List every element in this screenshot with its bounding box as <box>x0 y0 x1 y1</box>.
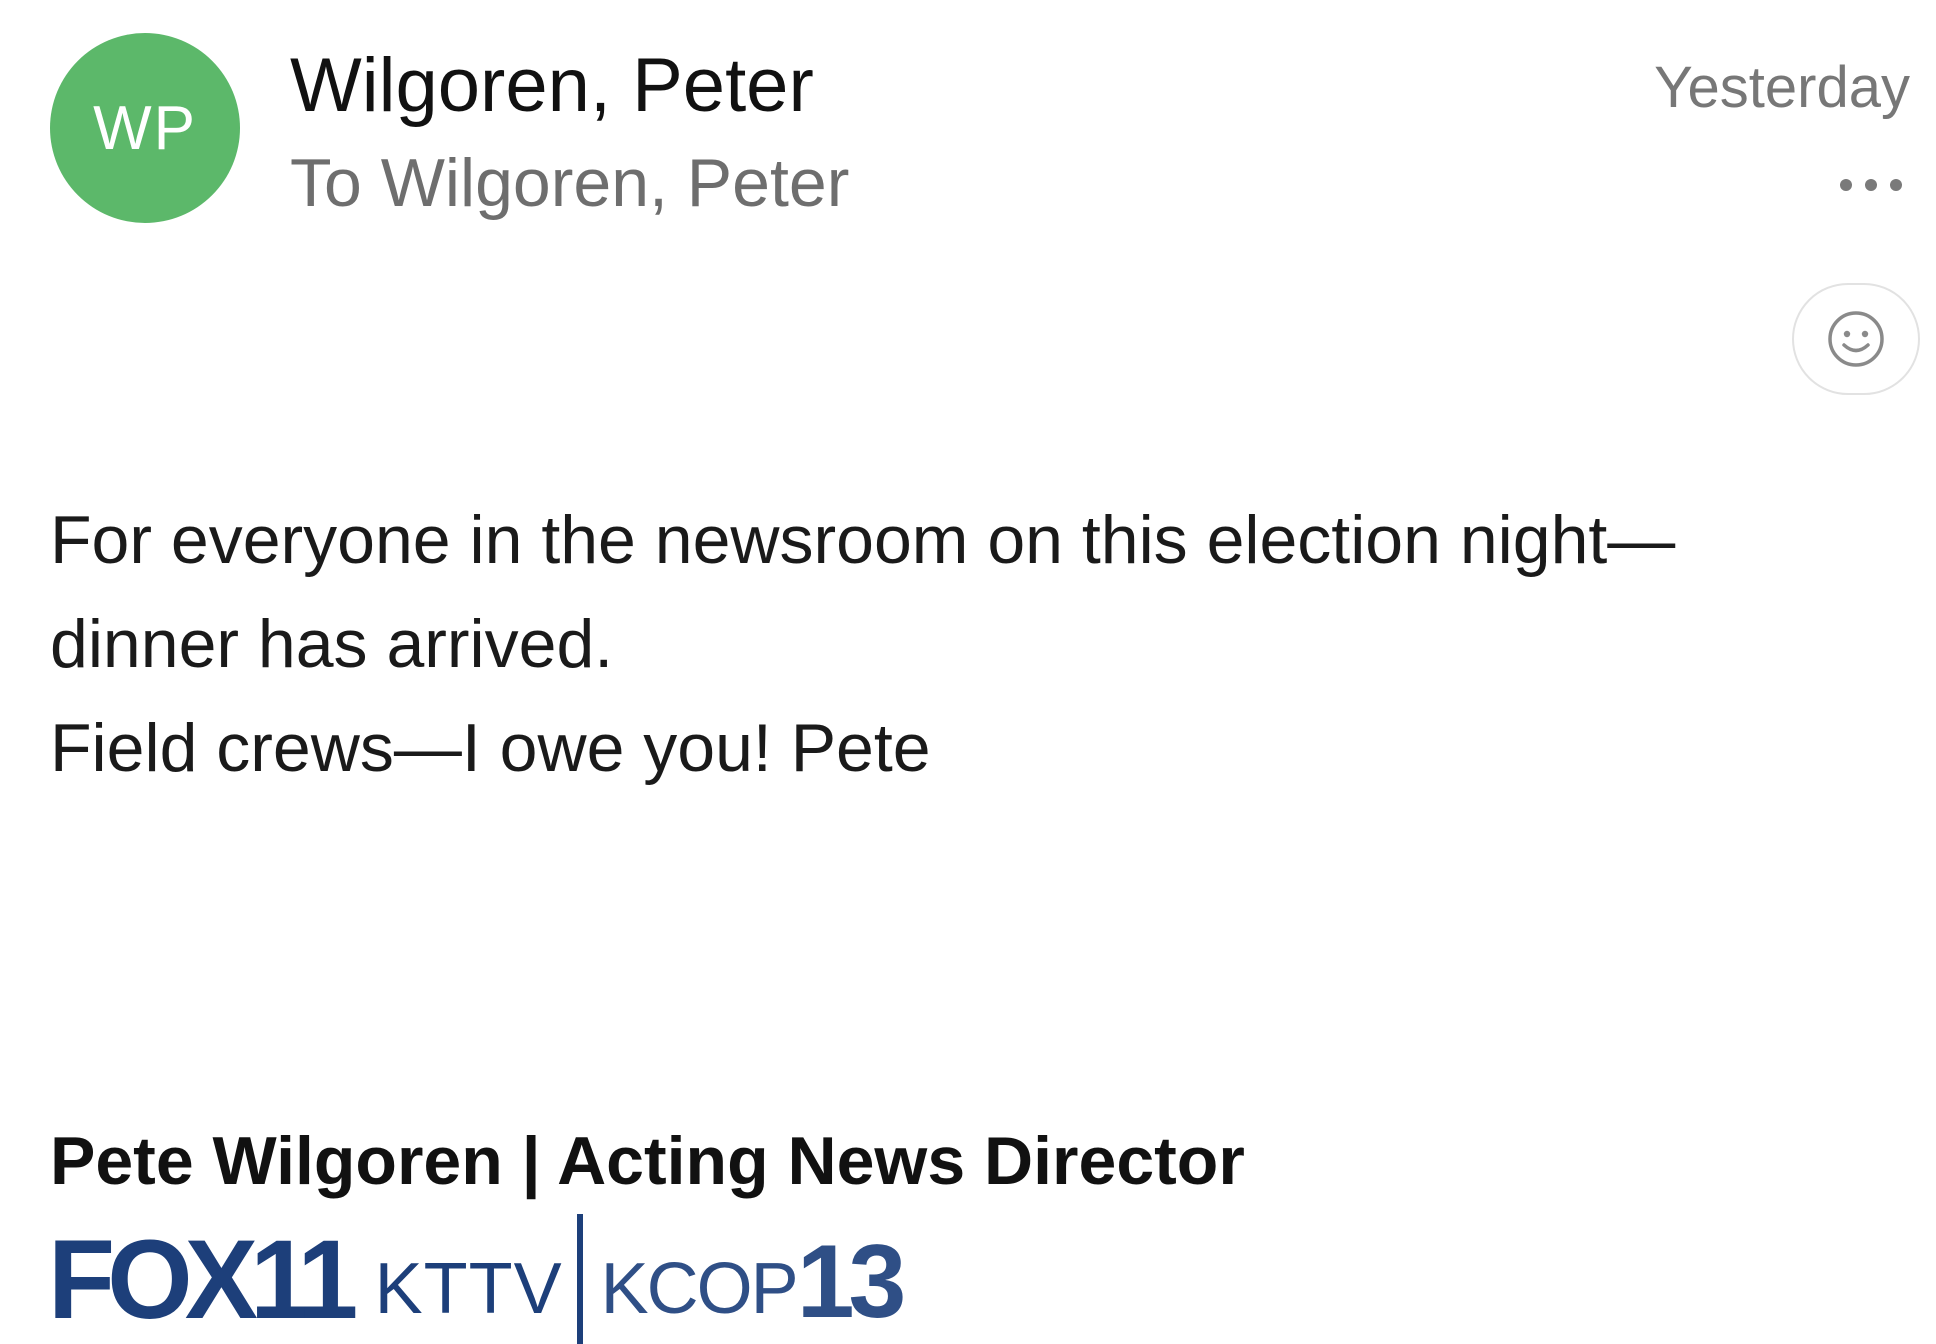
logo-kttv: KTTV <box>374 1249 563 1329</box>
more-horizontal-icon <box>1840 179 1902 191</box>
body-line: dinner has arrived. <box>50 606 614 682</box>
email-timestamp: Yesterday <box>1654 55 1910 120</box>
email-body: For everyone in the newsroom on this ele… <box>50 488 1870 800</box>
logo-channel-13: 13 <box>796 1224 907 1340</box>
smiley-icon <box>1828 311 1884 367</box>
add-reaction-button[interactable] <box>1792 283 1920 395</box>
sender-avatar[interactable]: WP <box>50 33 240 223</box>
recipient-line[interactable]: To Wilgoren, Peter <box>290 138 849 228</box>
logo-fox11: FOX11 <box>48 1217 358 1342</box>
signature-name: Pete Wilgoren | Acting News Director <box>50 1123 1245 1199</box>
logo-kcop: KCOP <box>600 1249 799 1329</box>
more-options-button[interactable] <box>1796 160 1906 210</box>
logo-divider <box>576 1214 583 1344</box>
body-line: Field crews—I owe you! Pete <box>50 710 931 786</box>
body-line: For everyone in the newsroom on this ele… <box>50 502 1676 578</box>
station-logo: FOX11 KTTV KCOP 13 <box>48 1210 907 1344</box>
sender-name: Wilgoren, Peter <box>290 43 814 128</box>
